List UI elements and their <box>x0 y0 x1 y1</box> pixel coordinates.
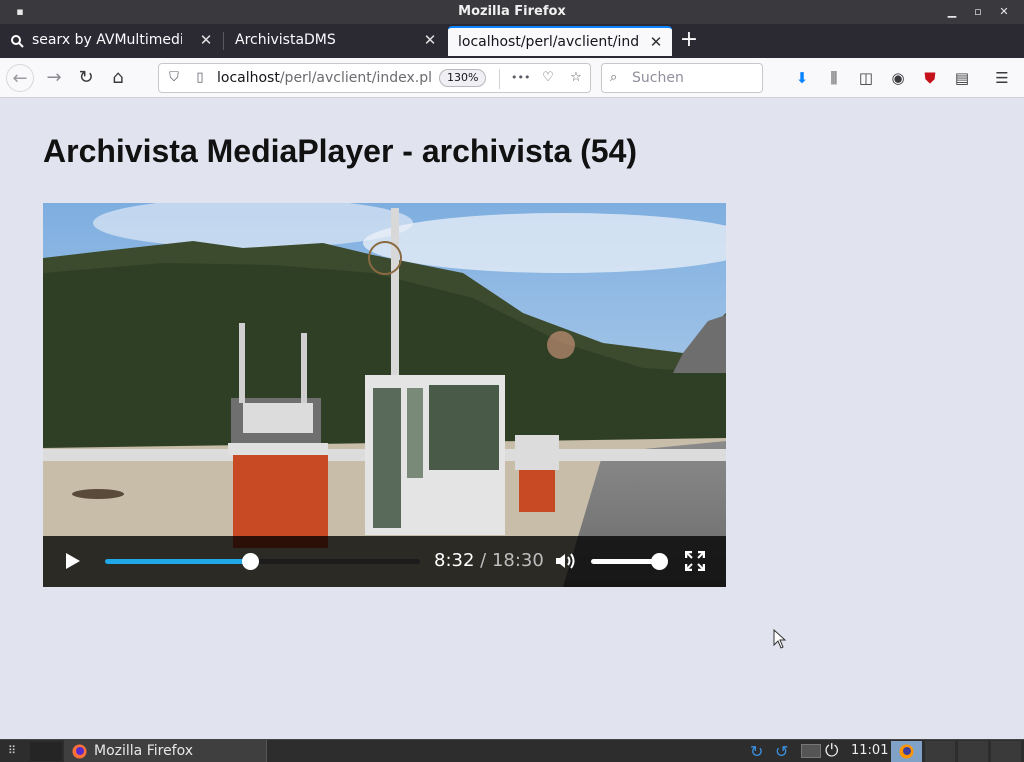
tab-label: ArchivistaDMS <box>235 32 336 48</box>
play-icon[interactable] <box>63 551 83 571</box>
tab-label: searx by AVMultimedia <box>32 32 182 48</box>
workspace-switcher[interactable] <box>30 742 62 761</box>
page-actions-icon[interactable]: ••• <box>511 69 530 87</box>
clock: 11:01 <box>851 743 889 758</box>
close-window-icon[interactable]: ✕ <box>996 4 1012 20</box>
downloads-icon[interactable]: ⬇ <box>791 67 813 89</box>
tab-archivistadms[interactable]: ArchivistaDMS ✕ <box>224 26 446 56</box>
tab-close-icon[interactable]: ✕ <box>198 32 214 48</box>
video-frame <box>43 203 726 587</box>
tab-bar: searx by AVMultimedia ✕ ArchivistaDMS ✕ … <box>0 24 1024 58</box>
seek-bar-thumb[interactable] <box>242 553 259 570</box>
reload-icon[interactable]: ↻ <box>72 64 100 92</box>
url-bar[interactable]: ⛉ ▯ localhost/perl/avclient/index.pl 130… <box>158 63 591 93</box>
workspace-2[interactable] <box>925 741 955 762</box>
search-bar[interactable]: ⌕ Suchen <box>601 63 763 93</box>
workspace-3[interactable] <box>958 741 988 762</box>
sync-icon[interactable]: ↺ <box>775 742 793 761</box>
search-favicon-icon <box>11 35 24 48</box>
zoom-level-badge[interactable]: 130% <box>439 69 487 87</box>
mouse-cursor-icon <box>773 629 787 649</box>
fullscreen-icon[interactable] <box>685 551 705 571</box>
back-arrow-icon[interactable]: ← <box>6 64 34 92</box>
url-path: /perl/avclient/index.pl <box>279 70 432 86</box>
seek-bar-progress <box>105 559 250 564</box>
taskbar-firefox-task[interactable]: Mozilla Firefox <box>64 740 267 762</box>
sidebar-icon[interactable]: ◫ <box>855 67 877 89</box>
search-icon: ⌕ <box>610 70 618 85</box>
duration: 18:30 <box>491 550 544 571</box>
hamburger-menu-icon[interactable]: ☰ <box>991 67 1013 89</box>
urlbar-divider <box>499 69 500 89</box>
firefox-tray-icon[interactable] <box>891 741 922 762</box>
page-content: Archivista MediaPlayer - archivista (54) <box>0 98 1024 739</box>
time-display: 8:32 / 18:30 <box>434 550 544 571</box>
firefox-icon <box>899 744 914 759</box>
forward-arrow-icon[interactable]: → <box>40 64 68 92</box>
video-controls: 8:32 / 18:30 <box>43 536 726 587</box>
search-placeholder: Suchen <box>632 70 684 86</box>
taskbar: ⠿ Mozilla Firefox ↻ ↺ ⏻ 11:01 <box>0 739 1024 762</box>
current-time: 8:32 <box>434 550 475 571</box>
url-host: localhost <box>217 70 280 86</box>
firefox-icon <box>72 744 87 759</box>
home-icon[interactable]: ⌂ <box>104 64 132 92</box>
volume-slider[interactable] <box>591 553 668 570</box>
video-player[interactable]: 8:32 / 18:30 <box>43 203 726 587</box>
page-info-icon[interactable]: ▯ <box>191 69 209 87</box>
tab-label: localhost/perl/avclient/index <box>458 34 640 50</box>
maximize-icon[interactable]: ▫ <box>970 4 986 20</box>
new-tab-button[interactable]: + <box>676 28 702 54</box>
navigation-toolbar: ← → ↻ ⌂ ⛉ ▯ localhost/perl/avclient/inde… <box>0 58 1024 98</box>
tracking-shield-icon[interactable]: ⛉ <box>165 69 183 87</box>
minimize-icon[interactable]: ▁ <box>944 4 960 20</box>
extension-icon[interactable]: ▤ <box>951 67 973 89</box>
keyboard-icon[interactable] <box>801 744 821 758</box>
taskbar-task-label: Mozilla Firefox <box>94 743 194 759</box>
workspace-4[interactable] <box>991 741 1021 762</box>
power-icon[interactable]: ⏻ <box>825 741 845 761</box>
volume-slider-thumb[interactable] <box>651 553 668 570</box>
account-icon[interactable]: ◉ <box>887 67 909 89</box>
tab-close-icon[interactable]: ✕ <box>648 34 664 50</box>
bookmark-star-icon[interactable]: ☆ <box>567 69 585 87</box>
seek-bar[interactable] <box>105 553 420 570</box>
library-icon[interactable]: ⫼ <box>823 67 845 89</box>
tab-localhost-active[interactable]: localhost/perl/avclient/index ✕ <box>448 26 672 56</box>
window-title: Mozilla Firefox <box>458 4 566 19</box>
window-titlebar: ▪ Mozilla Firefox ▁ ▫ ✕ <box>0 0 1024 24</box>
app-menu-icon[interactable]: ⠿ <box>8 745 20 757</box>
pocket-icon[interactable]: ♡ <box>539 69 557 87</box>
tab-searx[interactable]: searx by AVMultimedia ✕ <box>0 26 222 56</box>
volume-icon[interactable] <box>554 551 576 571</box>
url-text[interactable]: localhost/perl/avclient/index.pl <box>217 70 437 86</box>
page-title: Archivista MediaPlayer - archivista (54) <box>43 133 638 169</box>
time-separator: / <box>474 550 492 571</box>
update-icon[interactable]: ↻ <box>750 742 768 761</box>
ublock-icon[interactable]: ⛊ <box>919 67 941 89</box>
tab-close-icon[interactable]: ✕ <box>422 32 438 48</box>
